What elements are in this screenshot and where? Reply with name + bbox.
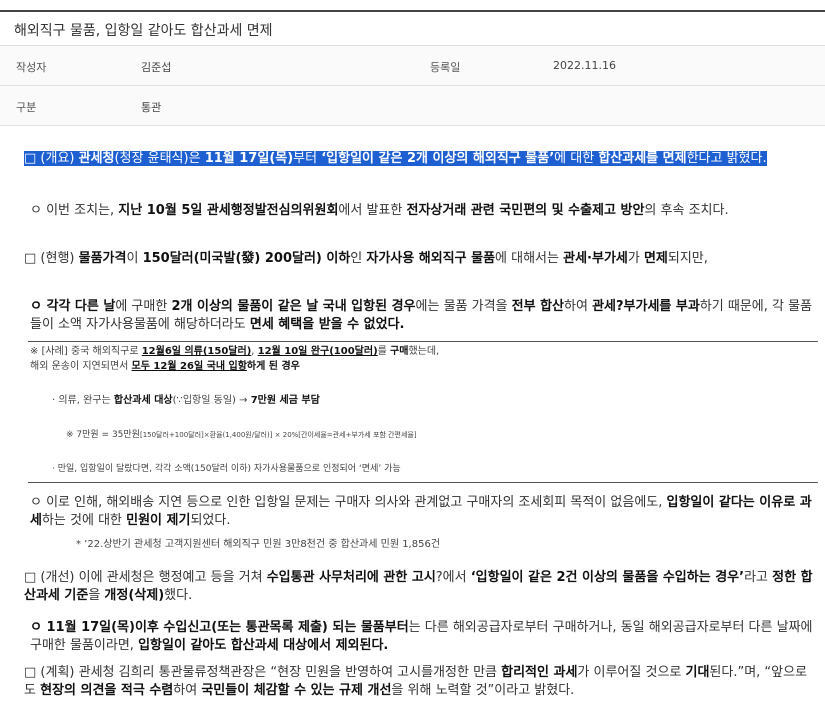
category-value: 통관 [141, 101, 162, 114]
paragraph-followup: ㅇ 이번 조치는, 지난 10월 5일 관세행정발전심의위원회에서 발표한 전자… [30, 203, 729, 218]
article-title-bar: 해외직구 물품, 입항일 같아도 합산과세 면제 [0, 10, 825, 46]
example-box-top-rule [28, 341, 818, 342]
article-page: 해외직구 물품, 입항일 같아도 합산과세 면제 작성자 김준섭 등록일 202… [0, 0, 825, 728]
category-label: 구분 [16, 101, 37, 114]
date-value: 2022.11.16 [553, 59, 616, 72]
example-case-calc: ※ 7만원 = 35만원[150달러+100달러]×환율(1,400원/달러)]… [66, 430, 417, 440]
paragraph-improvement: □ (개선) 이에 관세청은 행정예고 등을 거쳐 수입통관 사무처리에 관한 … [24, 570, 813, 603]
date-label: 등록일 [430, 61, 461, 74]
meta-row-author: 작성자 김준섭 등록일 2022.11.16 [0, 46, 825, 86]
example-box-bottom-rule [28, 482, 818, 483]
paragraph-overview: □ (개요) 관세청(청장 윤태식)은 11월 17일(목)부터 ‘입항일이 같… [24, 151, 767, 166]
paragraph-effective: ㅇ 11월 17일(목)이후 수입신고(또는 통관목록 제출) 되는 물품부터는… [30, 620, 813, 653]
article-title: 해외직구 물품, 입항일 같아도 합산과세 면제 [14, 23, 273, 39]
paragraph-problem: ㅇ 각각 다른 날에 구매한 2개 이상의 물품이 같은 날 국내 입항된 경우… [30, 299, 813, 332]
author-label: 작성자 [16, 61, 47, 74]
complaints-footnote: * ’22.상반기 관세청 고객지원센터 해외직구 민원 3만8천건 중 합산과… [76, 539, 441, 550]
paragraph-complaints: ㅇ 이로 인해, 해외배송 지연 등으로 인한 입항일 문제는 구매자 의사와 … [30, 495, 812, 528]
example-case-line2: 해외 운송이 지연되면서 모두 12월 26일 국내 입항하게 된 경우 [30, 361, 300, 372]
author-value: 김준섭 [141, 61, 172, 74]
example-case-line3: · 의류, 완구는 합산과세 대상(∵입항일 동일) → 7만원 세금 부담 [52, 395, 320, 406]
paragraph-plan: □ (계획) 관세청 김희리 통관물류정책관장은 “현장 민원을 반영하여 고시… [24, 665, 808, 698]
meta-row-category: 구분 통관 [0, 86, 825, 126]
example-case-line5: · 만일, 입항일이 달랐다면, 각각 소액(150달러 이하) 자가사용물품으… [52, 464, 401, 474]
example-case-line1: ※ [사례] 중국 해외직구로 12월6일 의류(150달러), 12월 10일… [30, 346, 440, 357]
paragraph-current: □ (현행) 물품가격이 150달러(미국발(發) 200달러) 이하인 자가사… [24, 251, 708, 266]
